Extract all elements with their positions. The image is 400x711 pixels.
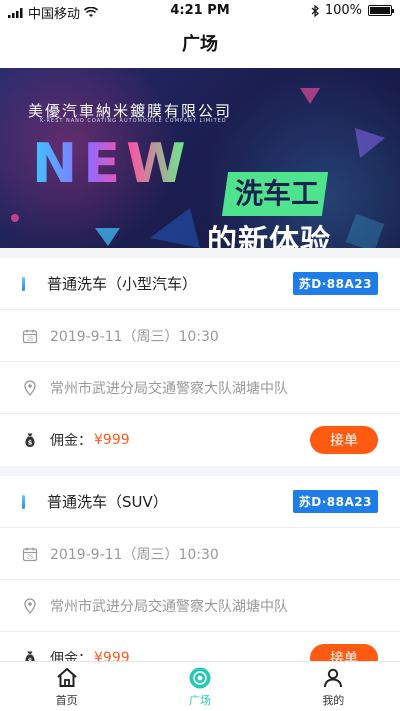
status-right: 100% bbox=[311, 3, 394, 18]
plaza-icon bbox=[189, 667, 211, 688]
tab-plaza[interactable]: 广场 bbox=[133, 662, 266, 711]
status-bar: 中国移动 4:21 PM 100% bbox=[0, 0, 400, 22]
commission-amount: ¥999 bbox=[94, 432, 130, 448]
banner-tag: 洗车工 bbox=[234, 177, 319, 210]
order-datetime: 2019-9-11（周三）10:30 bbox=[50, 328, 219, 345]
tab-label: 首页 bbox=[55, 693, 78, 707]
commission-label: 佣金： bbox=[50, 433, 92, 449]
money-bag-icon: $ bbox=[25, 433, 35, 447]
title-accent-bar bbox=[22, 494, 25, 509]
bottom-tab-bar: 首页 广场 我的 bbox=[0, 661, 400, 711]
tab-home[interactable]: 首页 bbox=[0, 662, 133, 711]
banner-subtitle: 的新体验 bbox=[207, 224, 331, 248]
order-address: 常州市武进分局交通警察大队湖塘中队 bbox=[50, 380, 288, 397]
battery-icon bbox=[368, 5, 394, 16]
banner-headline: NEW bbox=[32, 132, 192, 195]
order-card[interactable]: 普通洗车（小型汽车） 苏D·88A23 25 2019-9-11（周三）10:3… bbox=[0, 258, 400, 466]
location-pin-icon bbox=[24, 597, 36, 614]
page-title: 广场 bbox=[0, 22, 400, 68]
tab-label: 我的 bbox=[322, 693, 345, 707]
svg-text:25: 25 bbox=[27, 554, 33, 560]
order-time-row: 25 2019-9-11（周三）10:30 bbox=[0, 528, 400, 580]
order-datetime: 2019-9-11（周三）10:30 bbox=[50, 546, 219, 563]
tab-label: 广场 bbox=[188, 693, 211, 707]
order-address-row: 常州市武进分局交通警察大队湖塘中队 bbox=[0, 580, 400, 632]
location-pin-icon bbox=[24, 379, 36, 396]
order-address: 常州市武进分局交通警察大队湖塘中队 bbox=[50, 598, 288, 615]
order-title: 普通洗车（SUV） bbox=[47, 493, 168, 511]
calendar-icon: 25 bbox=[22, 547, 38, 561]
order-commission-row: $ 佣金： ¥999 接单 bbox=[0, 414, 400, 466]
promo-banner[interactable]: 美優汽車納米鍍膜有限公司 K-REST NANO COATING AUTOMOB… bbox=[0, 68, 400, 248]
tab-mine[interactable]: 我的 bbox=[267, 662, 400, 711]
svg-text:25: 25 bbox=[27, 336, 33, 342]
user-icon bbox=[324, 668, 343, 687]
accept-order-button[interactable]: 接单 bbox=[310, 426, 378, 454]
home-icon bbox=[56, 667, 77, 687]
bluetooth-icon bbox=[311, 4, 319, 17]
order-address-row: 常州市武进分局交通警察大队湖塘中队 bbox=[0, 362, 400, 414]
svg-text:$: $ bbox=[28, 439, 33, 447]
order-time-row: 25 2019-9-11（周三）10:30 bbox=[0, 310, 400, 362]
order-list: 普通洗车（小型汽车） 苏D·88A23 25 2019-9-11（周三）10:3… bbox=[0, 258, 400, 694]
order-title: 普通洗车（小型汽车） bbox=[47, 275, 198, 293]
order-title-row: 普通洗车（小型汽车） 苏D·88A23 bbox=[0, 258, 400, 310]
title-accent-bar bbox=[22, 276, 25, 291]
plate-badge: 苏D·88A23 bbox=[292, 272, 378, 295]
order-card[interactable]: 普通洗车（SUV） 苏D·88A23 25 2019-9-11（周三）10:30… bbox=[0, 476, 400, 684]
battery-percent: 100% bbox=[324, 3, 362, 18]
banner-company-name-en: K-REST NANO COATING AUTOMOBILE COMPANY L… bbox=[40, 118, 227, 124]
plate-badge: 苏D·88A23 bbox=[292, 490, 378, 513]
calendar-icon: 25 bbox=[22, 329, 38, 343]
order-title-row: 普通洗车（SUV） 苏D·88A23 bbox=[0, 476, 400, 528]
